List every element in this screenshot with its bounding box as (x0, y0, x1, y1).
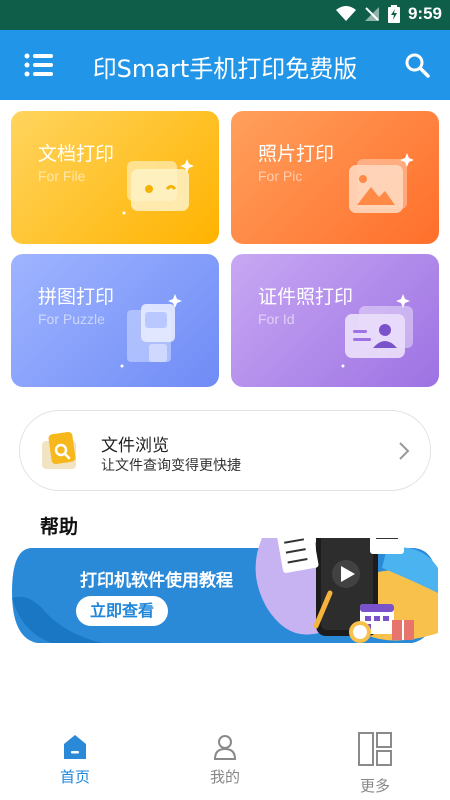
tab-mine[interactable]: 我的 (150, 720, 300, 800)
card-subtitle: For Pic (258, 168, 303, 184)
card-title: 照片打印 (258, 143, 335, 165)
tutorial-banner[interactable]: 打印机软件使用教程 立即查看 (12, 538, 438, 647)
card-id-photo-print[interactable]: 证件照打印 For Id (231, 254, 439, 387)
puzzle-icon (120, 294, 182, 368)
card-subtitle: For Id (258, 311, 295, 327)
grid-layout-icon (358, 732, 392, 766)
tab-more[interactable]: 更多 (300, 720, 450, 800)
browse-subtitle: 让文件查询变得更快捷 (101, 458, 241, 474)
card-subtitle: For Puzzle (38, 311, 105, 327)
signal-off-icon (364, 7, 379, 21)
home-icon (64, 735, 86, 759)
search-icon[interactable] (404, 52, 430, 78)
card-document-print[interactable]: 文档打印 For File (11, 111, 219, 244)
card-subtitle: For File (38, 168, 86, 184)
status-bar: 9:59 (0, 0, 450, 30)
file-search-icon (42, 431, 76, 469)
card-title: 拼图打印 (38, 286, 115, 308)
banner-title: 打印机软件使用教程 (80, 571, 233, 591)
card-title: 文档打印 (38, 143, 115, 165)
chevron-right-icon (399, 442, 410, 460)
id-card-icon (341, 294, 413, 368)
battery-charging-icon (387, 5, 400, 23)
app-bar: 印Smart手机打印免费版 (0, 30, 450, 100)
tab-mine-label: 我的 (209, 768, 240, 786)
folder-icon (122, 159, 194, 215)
tab-home[interactable]: 首页 (0, 720, 150, 800)
bottom-tab-bar: 首页 我的 更多 (0, 720, 450, 800)
banner-background (12, 538, 438, 643)
app-title: 印Smart手机打印免费版 (92, 55, 358, 83)
card-puzzle-print[interactable]: 拼图打印 For Puzzle (11, 254, 219, 387)
tab-more-label: 更多 (359, 777, 390, 795)
tab-home-label: 首页 (59, 768, 90, 786)
photo-icon (349, 153, 414, 213)
help-heading: 帮助 (40, 516, 79, 538)
file-browse-entry[interactable]: 文件浏览 让文件查询变得更快捷 (19, 410, 431, 491)
browse-title: 文件浏览 (101, 436, 169, 456)
user-icon (213, 735, 237, 760)
card-photo-print[interactable]: 照片打印 For Pic (231, 111, 439, 244)
view-now-button[interactable]: 立即查看 (76, 596, 168, 626)
status-icons: 9:59 (335, 4, 442, 24)
status-time: 9:59 (407, 4, 442, 23)
wifi-icon (335, 6, 356, 21)
